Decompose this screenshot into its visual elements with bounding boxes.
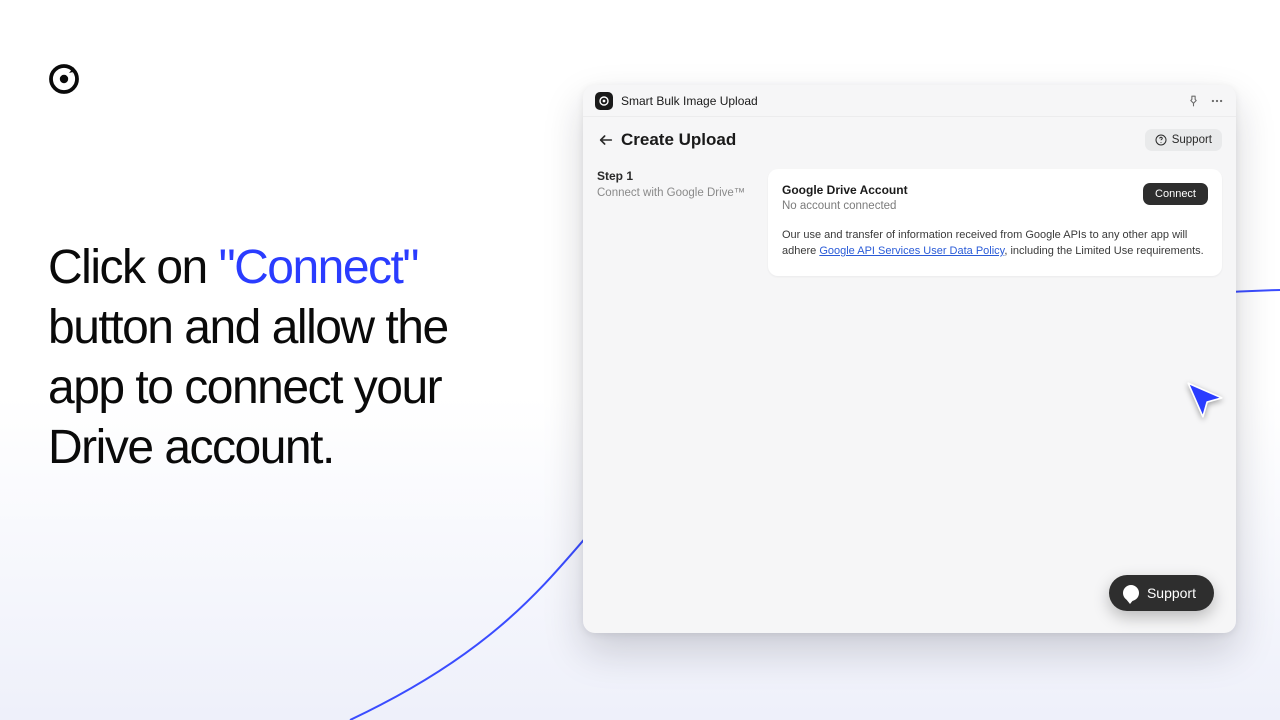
- page-title: Create Upload: [621, 130, 736, 150]
- connect-button[interactable]: Connect: [1143, 183, 1208, 205]
- pin-icon[interactable]: [1187, 94, 1200, 107]
- help-icon: [1155, 134, 1167, 146]
- legal-link[interactable]: Google API Services User Data Policy: [819, 245, 1004, 257]
- app-window: Smart Bulk Image Upload Create Upload: [583, 85, 1236, 633]
- more-icon[interactable]: [1210, 94, 1224, 108]
- card-title: Google Drive Account: [782, 183, 908, 197]
- headline-pre: Click on: [48, 241, 219, 294]
- back-arrow-icon[interactable]: [597, 131, 615, 149]
- support-button[interactable]: Support: [1145, 129, 1222, 151]
- step-description: Connect with Google Drive™: [597, 187, 752, 199]
- card-subtitle: No account connected: [782, 200, 908, 212]
- cursor-pointer-icon: [1184, 379, 1226, 421]
- headline-accent: "Connect": [219, 241, 418, 294]
- chat-icon: [1123, 585, 1139, 601]
- content-area: Step 1 Connect with Google Drive™ Google…: [583, 161, 1236, 276]
- instruction-headline: Click on "Connect" button and allow the …: [48, 238, 528, 478]
- card-legal-text: Our use and transfer of information rece…: [782, 228, 1208, 260]
- support-chat-pill[interactable]: Support: [1109, 575, 1214, 611]
- support-pill-label: Support: [1147, 585, 1196, 601]
- headline-post: button and allow the app to connect your…: [48, 301, 448, 474]
- steps-column: Step 1 Connect with Google Drive™: [597, 169, 752, 276]
- window-titlebar: Smart Bulk Image Upload: [583, 85, 1236, 117]
- legal-post: , including the Limited Use requirements…: [1004, 245, 1203, 257]
- support-button-label: Support: [1172, 134, 1212, 146]
- step-label: Step 1: [597, 169, 752, 183]
- app-logo-icon: [595, 92, 613, 110]
- connect-card: Google Drive Account No account connecte…: [768, 169, 1222, 276]
- brand-logo: [47, 62, 81, 96]
- window-title: Smart Bulk Image Upload: [621, 94, 758, 108]
- page-header: Create Upload Support: [583, 117, 1236, 161]
